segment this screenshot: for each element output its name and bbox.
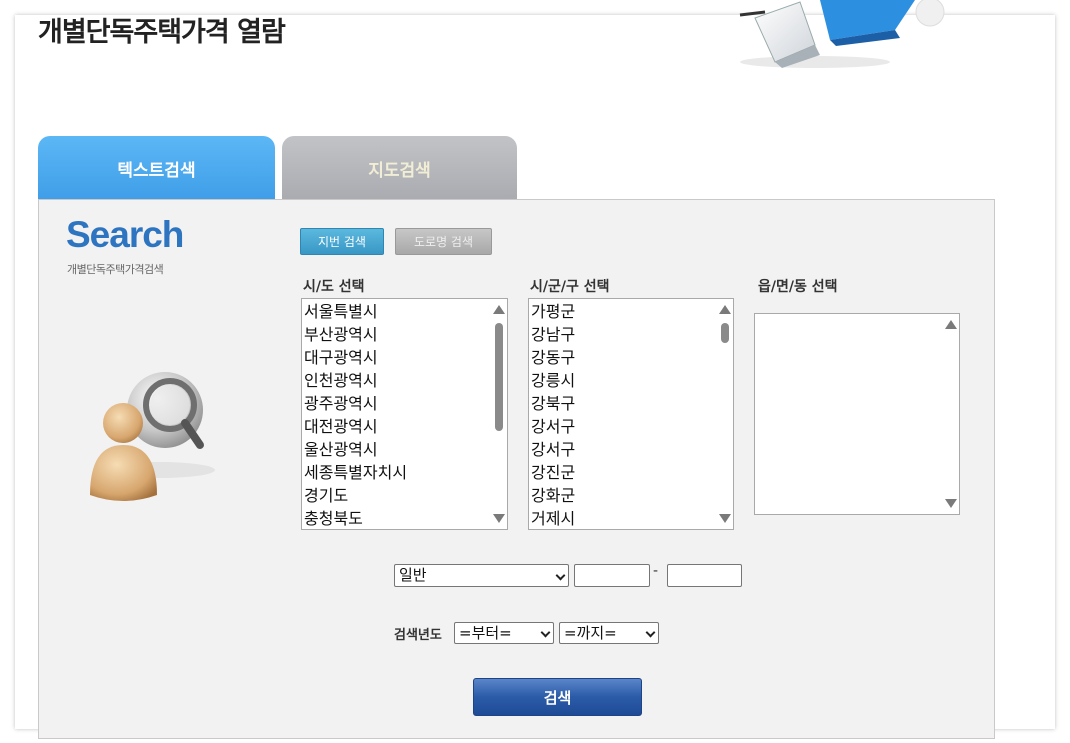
tab-map-search[interactable]: 지도검색: [282, 136, 517, 200]
search-logo-subtitle: 개별단독주택가격검색: [67, 263, 164, 276]
banner-illustration: [739, 0, 945, 68]
sigungu-option[interactable]: 거제시: [531, 507, 715, 529]
scroll-down-arrow-icon[interactable]: [719, 514, 731, 523]
sigungu-label: 시/군/구 선택: [530, 279, 610, 295]
sigungu-scrollbar[interactable]: [716, 299, 733, 529]
sigungu-option[interactable]: 강릉시: [531, 369, 715, 392]
sido-scrollbar[interactable]: [490, 299, 507, 529]
scrollbar-thumb[interactable]: [495, 323, 503, 431]
tab-text-search[interactable]: 텍스트검색: [38, 136, 275, 200]
lot-number-separator: -: [653, 563, 659, 579]
sido-option[interactable]: 대구광역시: [304, 346, 489, 369]
sigungu-option[interactable]: 강동구: [531, 346, 715, 369]
sigungu-option[interactable]: 강서구: [531, 415, 715, 438]
sido-option[interactable]: 인천광역시: [304, 369, 489, 392]
road-name-search-button[interactable]: 도로명 검색: [395, 228, 492, 255]
sub-lot-number-input[interactable]: [667, 564, 742, 587]
search-logo: Search: [66, 214, 184, 255]
sido-option[interactable]: 부산광역시: [304, 323, 489, 346]
sigungu-option[interactable]: 강서구: [531, 438, 715, 461]
sido-option[interactable]: 서울특별시: [304, 300, 489, 323]
year-from-value: =부터=: [459, 624, 512, 642]
sigungu-listbox[interactable]: 가평군 강남구 강동구 강릉시 강북구 강서구 강서구 강진군 강화군 거제시: [528, 298, 734, 530]
main-lot-number-input[interactable]: [574, 564, 650, 587]
sigungu-option[interactable]: 강진군: [531, 461, 715, 484]
sigungu-option[interactable]: 강북구: [531, 392, 715, 415]
sido-option[interactable]: 경기도: [304, 484, 489, 507]
scroll-up-arrow-icon[interactable]: [493, 305, 505, 314]
lot-type-select[interactable]: 일반: [394, 564, 569, 587]
page-title: 개별단독주택가격 열람: [38, 17, 286, 48]
person-magnifier-icon: [90, 372, 215, 501]
jibun-search-button[interactable]: 지번 검색: [300, 228, 384, 255]
sido-option[interactable]: 대전광역시: [304, 415, 489, 438]
search-submit-button[interactable]: 검색: [473, 678, 642, 716]
sido-option[interactable]: 세종특별자치시: [304, 461, 489, 484]
chevron-down-icon: [555, 570, 566, 581]
tab-map-search-label: 지도검색: [368, 160, 431, 181]
sigungu-option[interactable]: 가평군: [531, 300, 715, 323]
lot-type-selected-value: 일반: [399, 566, 427, 584]
scroll-down-arrow-icon[interactable]: [493, 514, 505, 523]
sido-label: 시/도 선택: [303, 279, 365, 295]
year-to-value: =까지=: [564, 624, 617, 642]
sido-option[interactable]: 충청북도: [304, 507, 489, 529]
search-year-label: 검색년도: [394, 628, 442, 643]
scroll-up-arrow-icon[interactable]: [945, 320, 957, 329]
year-to-select[interactable]: =까지=: [559, 622, 659, 644]
sido-option[interactable]: 광주광역시: [304, 392, 489, 415]
scroll-down-arrow-icon[interactable]: [945, 499, 957, 508]
tab-text-search-label: 텍스트검색: [117, 160, 196, 181]
sigungu-option[interactable]: 강남구: [531, 323, 715, 346]
eupmyeondong-listbox[interactable]: [754, 313, 960, 515]
year-from-select[interactable]: =부터=: [454, 622, 554, 644]
eupmyeondong-scrollbar[interactable]: [942, 314, 959, 514]
eupmyeondong-label: 읍/면/동 선택: [758, 279, 838, 295]
sigungu-option[interactable]: 강화군: [531, 484, 715, 507]
chevron-down-icon: [645, 627, 656, 638]
chevron-down-icon: [540, 627, 551, 638]
scroll-up-arrow-icon[interactable]: [719, 305, 731, 314]
scrollbar-thumb[interactable]: [721, 323, 729, 343]
sido-option[interactable]: 울산광역시: [304, 438, 489, 461]
sido-listbox[interactable]: 서울특별시 부산광역시 대구광역시 인천광역시 광주광역시 대전광역시 울산광역시 세종특별자…: [301, 298, 508, 530]
